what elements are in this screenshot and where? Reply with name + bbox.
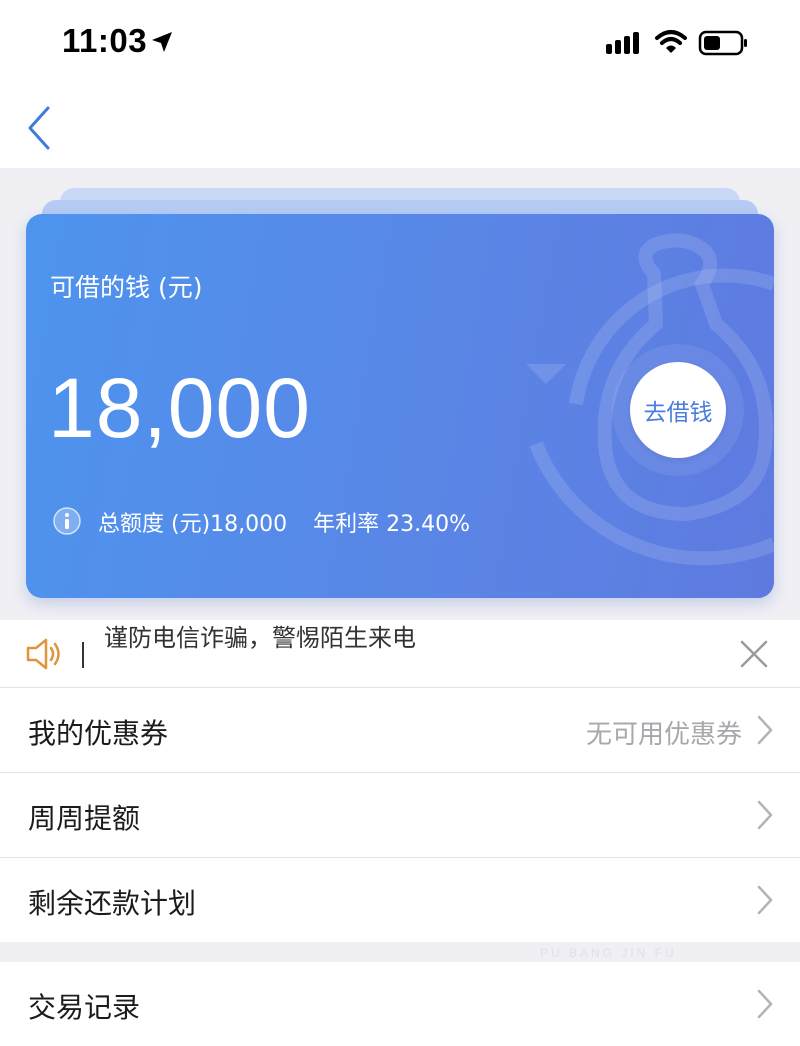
speaker-icon — [26, 638, 60, 670]
transaction-records-row[interactable]: 交易记录 — [0, 962, 800, 1046]
chevron-right-icon — [757, 885, 773, 915]
coupon-label: 我的优惠券 — [28, 717, 169, 750]
watermark: PU BANG JIN FU — [540, 946, 677, 960]
weekly-limit-increase-label: 周周提额 — [28, 802, 141, 835]
info-icon — [53, 507, 81, 535]
battery-icon — [698, 30, 747, 56]
available-credit-amount: 18,000 — [48, 361, 311, 455]
credit-summary: 总额度 (元)18,000 年利率 23.40% — [98, 506, 470, 538]
location-arrow-icon — [152, 32, 172, 52]
wifi-icon — [655, 30, 687, 53]
section-gap — [0, 942, 800, 962]
nav-bar — [0, 88, 800, 168]
notice-text: 谨防电信诈骗，警惕陌生来电 — [104, 624, 416, 652]
transaction-records-label: 交易记录 — [28, 991, 141, 1024]
notice-bar: 谨防电信诈骗，警惕陌生来电 — [0, 620, 800, 688]
chevron-left-icon[interactable] — [22, 104, 54, 152]
repayment-plan-label: 剩余还款计划 — [28, 887, 197, 920]
loan-card: 可借的钱 (元) 18,000 去借钱 总额度 (元)18,000 年利率 23.… — [26, 214, 774, 598]
available-credit-label: 可借的钱 (元) — [50, 273, 203, 302]
annual-rate: 年利率 23.40% — [313, 512, 471, 537]
borrow-button[interactable]: 去借钱 — [630, 362, 726, 458]
coupon-value: 无可用优惠券 — [585, 720, 742, 750]
chevron-right-icon — [757, 989, 773, 1019]
signal-icon — [606, 32, 639, 54]
coupon-row[interactable]: 我的优惠券 无可用优惠券 — [0, 688, 800, 772]
weekly-limit-increase-row[interactable]: 周周提额 — [0, 773, 800, 857]
chevron-right-icon — [757, 800, 773, 830]
chevron-right-icon — [757, 715, 773, 745]
repayment-plan-row[interactable]: 剩余还款计划 — [0, 858, 800, 942]
notice-cursor — [82, 642, 84, 668]
status-bar: 11:03 — [0, 0, 800, 88]
status-time: 11:03 — [62, 22, 148, 59]
close-icon[interactable] — [738, 638, 770, 670]
total-credit: 总额度 (元)18,000 — [98, 512, 288, 537]
card-area: 可借的钱 (元) 18,000 去借钱 总额度 (元)18,000 年利率 23.… — [0, 168, 800, 620]
